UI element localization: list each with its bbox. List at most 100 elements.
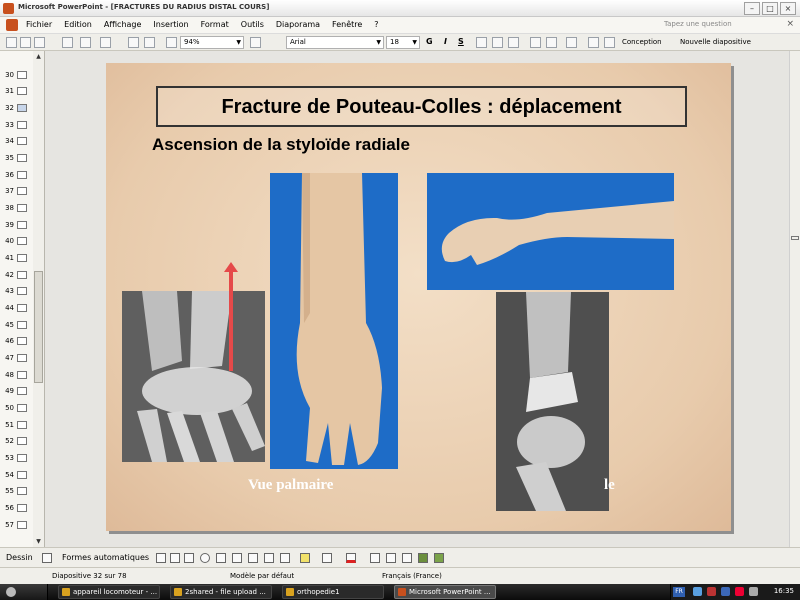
diagram-icon[interactable]	[248, 553, 258, 563]
slide-thumb-41[interactable]: 41	[2, 252, 32, 264]
maximize-button[interactable]: □	[762, 2, 778, 15]
clipart-icon[interactable]	[264, 553, 274, 563]
slide-thumb-46[interactable]: 46	[2, 335, 32, 347]
slide-thumb-35[interactable]: 35	[2, 152, 32, 164]
clock[interactable]: 16:35	[774, 587, 794, 595]
fill-color-icon[interactable]	[300, 553, 310, 563]
slide-thumb-43[interactable]: 43	[2, 285, 32, 297]
slide-title[interactable]: Fracture de Pouteau-Colles : déplacement	[156, 86, 687, 127]
slide-thumb-53[interactable]: 53	[2, 452, 32, 464]
font-size-select[interactable]: 18 ▼	[386, 36, 420, 49]
lateral-view-photo[interactable]	[427, 173, 674, 290]
slide-thumb-38[interactable]: 38	[2, 202, 32, 214]
slide-thumb-40[interactable]: 40	[2, 235, 32, 247]
open-icon[interactable]	[20, 37, 31, 48]
task-2shared[interactable]: 2shared - file upload ...	[170, 585, 272, 599]
bullets-icon[interactable]	[530, 37, 541, 48]
outline-scrollbar[interactable]: ▲ ▼	[33, 51, 44, 547]
scroll-up-icon[interactable]: ▲	[33, 51, 44, 62]
slide-thumb-36[interactable]: 36	[2, 169, 32, 181]
scroll-marker[interactable]	[791, 236, 799, 240]
bold-button[interactable]: G	[426, 37, 433, 46]
align-center-icon[interactable]	[492, 37, 503, 48]
slide-thumb-31[interactable]: 31	[2, 85, 32, 97]
menu-format[interactable]: Format	[201, 20, 229, 29]
slide-thumb-55[interactable]: 55	[2, 485, 32, 497]
menu-outils[interactable]: Outils	[241, 20, 264, 29]
new-icon[interactable]	[6, 37, 17, 48]
slide-thumb-56[interactable]: 56	[2, 502, 32, 514]
slide-thumb-50[interactable]: 50	[2, 402, 32, 414]
dessin-menu[interactable]: Dessin	[6, 553, 33, 562]
3d-style-icon[interactable]	[434, 553, 444, 563]
task-orthopedie1[interactable]: orthopedie1	[282, 585, 384, 599]
undo-icon[interactable]	[100, 37, 111, 48]
save-icon[interactable]	[34, 37, 45, 48]
line-color-icon[interactable]	[322, 553, 332, 563]
slide-thumb-37[interactable]: 37	[2, 185, 32, 197]
line-style-icon[interactable]	[370, 553, 380, 563]
menu-insertion[interactable]: Insertion	[153, 20, 188, 29]
shadow-style-icon[interactable]	[418, 553, 428, 563]
italic-button[interactable]: I	[444, 37, 447, 46]
start-button[interactable]	[0, 584, 48, 600]
menu-fichier[interactable]: Fichier	[26, 20, 52, 29]
bluetooth-icon[interactable]	[721, 587, 730, 596]
antivirus-icon[interactable]	[735, 587, 744, 596]
slide-thumb-54[interactable]: 54	[2, 469, 32, 481]
align-right-icon[interactable]	[508, 37, 519, 48]
oval-icon[interactable]	[200, 553, 210, 563]
print-icon[interactable]	[62, 37, 73, 48]
align-left-icon[interactable]	[476, 37, 487, 48]
minimize-button[interactable]: –	[744, 2, 760, 15]
slide-thumb-47[interactable]: 47	[2, 352, 32, 364]
help-icon[interactable]	[250, 37, 261, 48]
table-icon[interactable]	[144, 37, 155, 48]
dash-style-icon[interactable]	[386, 553, 396, 563]
slide-thumb-42[interactable]: 42	[2, 269, 32, 281]
task-powerpoint[interactable]: Microsoft PowerPoint ...	[394, 585, 496, 599]
select-arrow-icon[interactable]	[42, 553, 52, 563]
close-document-icon[interactable]: ×	[786, 19, 794, 29]
editor-scrollbar[interactable]	[789, 51, 800, 547]
conception-button[interactable]: Conception	[622, 38, 662, 46]
xray-lateral-image[interactable]	[496, 292, 609, 511]
line-icon[interactable]	[156, 553, 166, 563]
textbox-icon[interactable]	[216, 553, 226, 563]
slide-thumb-33[interactable]: 33	[2, 119, 32, 131]
menu-fenetre[interactable]: Fenêtre	[332, 20, 362, 29]
slide-thumb-52[interactable]: 52	[2, 435, 32, 447]
font-select[interactable]: Arial ▼	[286, 36, 384, 49]
slide-thumb-32[interactable]: 32	[2, 102, 32, 114]
paste-icon[interactable]	[80, 37, 91, 48]
outdent-icon[interactable]	[604, 37, 615, 48]
volume-icon[interactable]	[749, 587, 758, 596]
slide-subtitle[interactable]: Ascension de la styloïde radiale	[152, 135, 410, 155]
question-input[interactable]: Tapez une question	[664, 20, 736, 31]
scroll-thumb[interactable]	[34, 271, 43, 383]
autoshapes-menu[interactable]: Formes automatiques	[62, 553, 149, 562]
font-size-increase-icon[interactable]	[566, 37, 577, 48]
zoom-select[interactable]: 94% ▼	[180, 36, 244, 49]
current-slide[interactable]: Fracture de Pouteau-Colles : déplacement…	[106, 63, 731, 531]
picture-icon[interactable]	[280, 553, 290, 563]
menu-affichage[interactable]: Affichage	[104, 20, 142, 29]
slide-thumb-57[interactable]: 57	[2, 519, 32, 531]
slide-thumb-51[interactable]: 51	[2, 419, 32, 431]
grid-icon[interactable]	[166, 37, 177, 48]
xray-palmar-image[interactable]	[122, 291, 265, 462]
arrow-style-icon[interactable]	[402, 553, 412, 563]
menu-edition[interactable]: Edition	[64, 20, 92, 29]
scroll-down-icon[interactable]: ▼	[33, 536, 44, 547]
language-indicator[interactable]: FR	[673, 587, 685, 597]
slide-thumb-44[interactable]: 44	[2, 302, 32, 314]
slide-thumb-30[interactable]: 30	[2, 69, 32, 81]
new-slide-button[interactable]: Nouvelle diapositive	[680, 38, 751, 46]
menu-diaporama[interactable]: Diaporama	[276, 20, 320, 29]
chart-icon[interactable]	[128, 37, 139, 48]
font-color-icon[interactable]	[346, 553, 356, 563]
shadow-button[interactable]: S	[458, 37, 464, 46]
arrow-icon[interactable]	[170, 553, 180, 563]
menu-help[interactable]: ?	[374, 20, 378, 29]
wordart-icon[interactable]	[232, 553, 242, 563]
